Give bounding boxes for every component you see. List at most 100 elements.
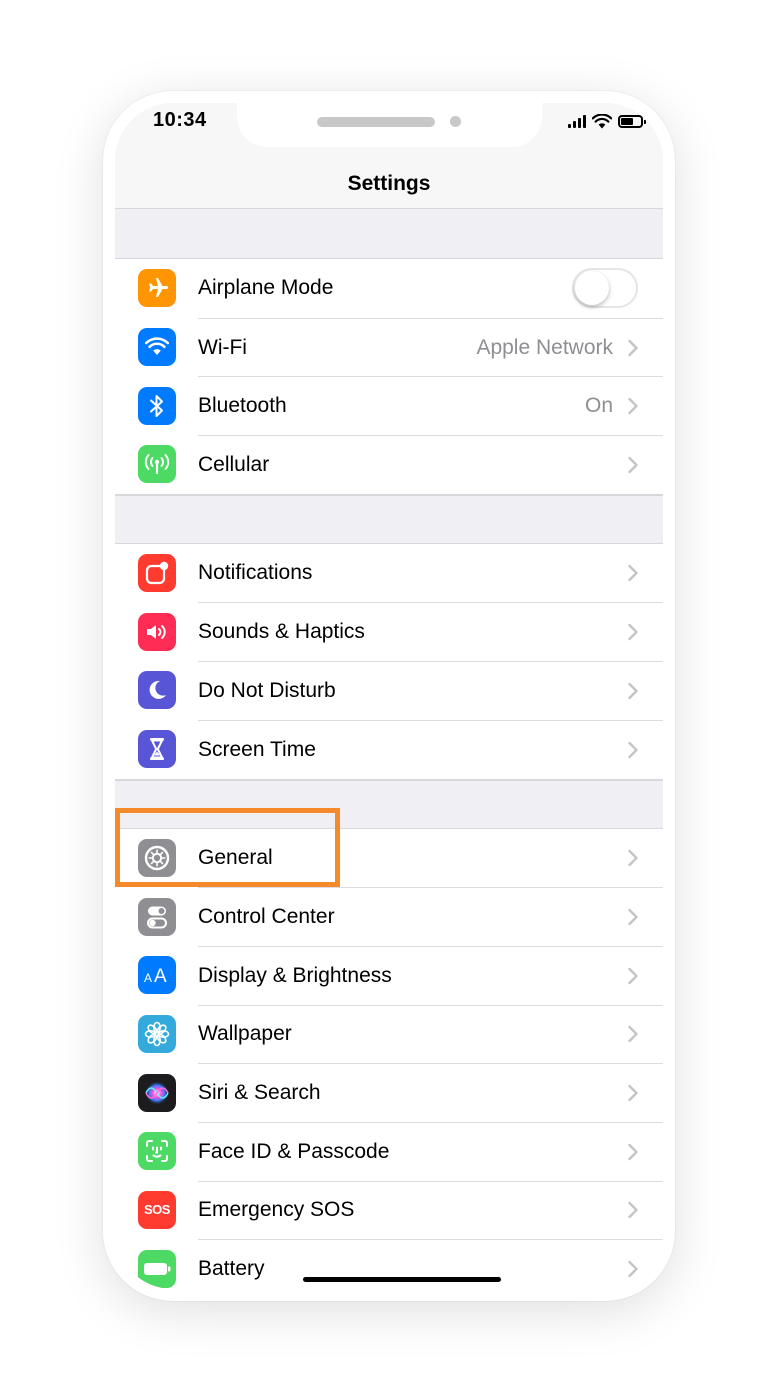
settings-row-do-not-disturb[interactable]: Do Not Disturb bbox=[115, 661, 663, 720]
settings-list[interactable]: Airplane Mode Wi-Fi Apple Network Bluetooth… bbox=[115, 210, 663, 1289]
settings-row-label: Siri & Search bbox=[198, 1063, 663, 1122]
label-text: Wi-Fi bbox=[198, 335, 247, 359]
chevron-right-icon bbox=[627, 456, 639, 474]
settings-row-label: Bluetooth On bbox=[198, 376, 663, 435]
signal-icon bbox=[568, 114, 586, 128]
chevron-right-icon bbox=[627, 397, 639, 415]
notifications-icon bbox=[138, 554, 176, 593]
label-text: Wallpaper bbox=[198, 1022, 292, 1046]
label-text: Bluetooth bbox=[198, 394, 287, 418]
moon-icon bbox=[138, 671, 176, 710]
battery-status-icon bbox=[618, 114, 646, 128]
settings-row-label: Display & Brightness bbox=[198, 945, 663, 1005]
label-text: Cellular bbox=[198, 452, 270, 476]
front-camera bbox=[450, 116, 461, 127]
airplane-icon bbox=[138, 269, 176, 308]
chevron-right-icon bbox=[627, 908, 639, 926]
switches-icon bbox=[138, 897, 176, 936]
speaker-grille bbox=[317, 117, 435, 127]
general-highlight-box bbox=[115, 808, 340, 887]
settings-row-bluetooth[interactable]: Bluetooth On bbox=[115, 376, 663, 435]
navigation-bar: Settings bbox=[115, 159, 663, 209]
settings-row-label: Notifications bbox=[198, 544, 663, 603]
cellular-icon bbox=[138, 445, 176, 484]
status-time: 10:34 bbox=[153, 109, 207, 131]
settings-row-emergency-sos[interactable]: SOS Emergency SOS bbox=[115, 1180, 663, 1240]
settings-row-label: Wallpaper bbox=[198, 1004, 663, 1064]
settings-row-control-center[interactable]: Control Center bbox=[115, 887, 663, 946]
settings-row-label: Screen Time bbox=[198, 719, 663, 779]
home-indicator[interactable] bbox=[303, 1277, 501, 1282]
settings-row-airplane-mode[interactable]: Airplane Mode bbox=[115, 259, 663, 318]
svg-text:A: A bbox=[144, 971, 152, 985]
status-bar: 10:34 bbox=[115, 103, 663, 159]
sos-icon: SOS bbox=[138, 1190, 176, 1229]
settings-row-label: Airplane Mode bbox=[198, 259, 663, 318]
section-spacer bbox=[115, 494, 663, 543]
label-text: Siri & Search bbox=[198, 1081, 321, 1105]
chevron-right-icon bbox=[627, 1084, 639, 1102]
settings-row-wallpaper[interactable]: Wallpaper bbox=[115, 1004, 663, 1064]
settings-row-value: On bbox=[584, 394, 613, 418]
chevron-right-icon bbox=[627, 623, 639, 641]
settings-group: Notifications Sounds & Haptics Do Not Dist… bbox=[115, 542, 663, 780]
chevron-right-icon bbox=[627, 1143, 639, 1161]
chevron-right-icon bbox=[627, 741, 639, 759]
label-text: Sounds & Haptics bbox=[198, 620, 365, 644]
airplane-mode-toggle[interactable] bbox=[572, 268, 638, 309]
settings-row-label: Do Not Disturb bbox=[198, 661, 663, 720]
svg-text:A: A bbox=[154, 966, 167, 986]
battery-icon bbox=[138, 1249, 176, 1288]
label-text: Airplane Mode bbox=[198, 276, 334, 300]
label-text: Emergency SOS bbox=[198, 1198, 355, 1222]
settings-group: General Control Center A A Display & Brightn… bbox=[115, 827, 663, 1289]
flower-icon bbox=[138, 1014, 176, 1053]
speaker-icon bbox=[138, 612, 176, 651]
settings-row-siri-and-search[interactable]: Siri & Search bbox=[115, 1063, 663, 1122]
notch bbox=[237, 103, 542, 147]
label-text: Face ID & Passcode bbox=[198, 1139, 390, 1163]
settings-row-sounds-and-haptics[interactable]: Sounds & Haptics bbox=[115, 602, 663, 661]
chevron-right-icon bbox=[627, 967, 639, 985]
wifi-icon bbox=[138, 328, 176, 367]
face-id-icon bbox=[138, 1132, 176, 1171]
settings-row-screen-time[interactable]: Screen Time bbox=[115, 719, 663, 779]
toggle-knob bbox=[575, 271, 609, 306]
hourglass-icon bbox=[138, 730, 176, 769]
settings-row-notifications[interactable]: Notifications bbox=[115, 544, 663, 603]
settings-row-face-id-and-passcode[interactable]: Face ID & Passcode bbox=[115, 1121, 663, 1181]
settings-row-cellular[interactable]: Cellular bbox=[115, 435, 663, 494]
chevron-right-icon bbox=[627, 339, 639, 357]
phone-frame: 10:34 Settings Airplane ModeWi-FiApple bbox=[103, 91, 675, 1301]
settings-row-label: Face ID & Passcode bbox=[198, 1121, 663, 1181]
label-text: Battery bbox=[198, 1257, 265, 1281]
settings-screen: 10:34 Settings Airplane ModeWi-FiApple bbox=[115, 103, 663, 1289]
settings-row-label: Emergency SOS bbox=[198, 1180, 663, 1240]
sos-icon-text: SOS bbox=[144, 1202, 170, 1218]
label-text: Screen Time bbox=[198, 737, 316, 761]
chevron-right-icon bbox=[627, 849, 639, 867]
settings-row-wi-fi[interactable]: Wi-Fi Apple Network bbox=[115, 317, 663, 377]
label-text: Do Not Disturb bbox=[198, 678, 336, 702]
wifi-status-icon bbox=[592, 113, 612, 128]
label-text: Display & Brightness bbox=[198, 963, 392, 987]
status-icons bbox=[568, 111, 646, 131]
text-size-icon: AA bbox=[138, 956, 176, 995]
label-text: Control Center bbox=[198, 905, 335, 929]
settings-row-label: Cellular bbox=[198, 435, 663, 494]
settings-row-display-and-brightness[interactable]: A A Display & Brightness bbox=[115, 945, 663, 1005]
chevron-right-icon bbox=[627, 1025, 639, 1043]
siri-icon bbox=[138, 1073, 176, 1112]
bluetooth-icon bbox=[138, 386, 176, 425]
page-title: Settings bbox=[347, 171, 431, 195]
settings-group: Airplane Mode Wi-Fi Apple Network Bluetooth… bbox=[115, 258, 663, 495]
settings-row-value: Apple Network bbox=[476, 335, 613, 359]
settings-row-label: Sounds & Haptics bbox=[198, 602, 663, 661]
label-text: Notifications bbox=[198, 561, 313, 585]
settings-row-label: Control Center bbox=[198, 887, 663, 946]
chevron-right-icon bbox=[627, 682, 639, 700]
chevron-right-icon bbox=[627, 1260, 639, 1278]
settings-row-label: Wi-Fi Apple Network bbox=[198, 317, 663, 377]
chevron-right-icon bbox=[627, 564, 639, 582]
